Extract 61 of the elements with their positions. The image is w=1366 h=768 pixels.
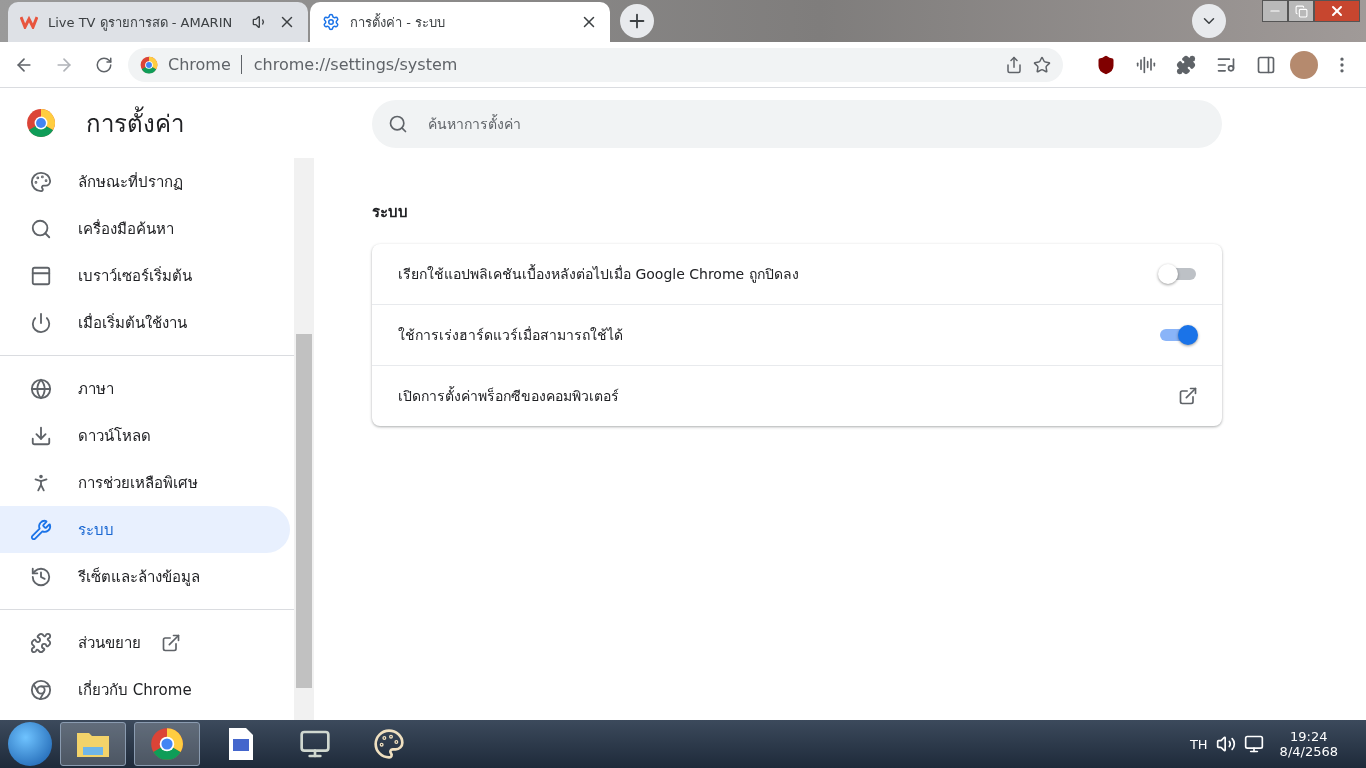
volume-icon[interactable] xyxy=(1215,734,1236,754)
network-icon[interactable] xyxy=(1243,734,1264,754)
gear-icon xyxy=(322,13,340,31)
browser-tab[interactable]: การตั้งค่า - ระบบ xyxy=(310,2,610,42)
reload-icon xyxy=(95,55,113,74)
setting-label: เปิดการตั้งค่าพร็อกซีของคอมพิวเตอร์ xyxy=(398,385,619,406)
language-indicator[interactable]: TH xyxy=(1189,736,1208,752)
site-label: Chrome xyxy=(168,55,231,74)
sidebar-item[interactable]: เครื่องมือค้นหา xyxy=(0,205,290,252)
history-icon xyxy=(30,565,52,588)
document-icon xyxy=(227,727,255,761)
new-tab-button[interactable] xyxy=(620,4,654,38)
browser-window-icon xyxy=(30,264,52,287)
bookmark-star-icon[interactable] xyxy=(1033,55,1051,74)
search-icon xyxy=(30,217,52,240)
sidebar-item[interactable]: รีเซ็ตและล้างข้อมูล xyxy=(0,553,290,600)
power-icon xyxy=(30,311,52,334)
chrome-logo-icon xyxy=(150,727,184,761)
sidebar-item[interactable]: ลักษณะที่ปรากฏ xyxy=(0,158,290,205)
sidebar-item[interactable]: เกี่ยวกับ Chrome xyxy=(0,666,290,713)
sidebar-item[interactable]: เบราว์เซอร์เริ่มต้น xyxy=(0,252,290,299)
address-bar[interactable]: Chrome chrome://settings/system xyxy=(128,47,1063,82)
palette-icon xyxy=(30,170,52,193)
maximize-button[interactable] xyxy=(1288,0,1314,22)
sidebar-item[interactable]: ส่วนขยาย xyxy=(0,619,290,666)
close-icon xyxy=(1329,3,1345,19)
browser-tab[interactable]: Live TV ดูรายการสด - AMARIN xyxy=(8,2,308,42)
puzzle-icon xyxy=(30,631,52,654)
sidebar-item[interactable]: ระบบ xyxy=(0,506,290,553)
monitor-icon xyxy=(299,728,331,760)
sidebar-item[interactable]: เมื่อเริ่มต้นใช้งาน xyxy=(0,299,290,346)
search-field[interactable]: ค้นหาการตั้งค่า xyxy=(372,100,1222,148)
profile-avatar[interactable] xyxy=(1290,50,1318,79)
setting-label: ใช้การเร่งฮาร์ดแวร์เมื่อสามารถใช้ได้ xyxy=(398,325,623,345)
start-button[interactable] xyxy=(8,722,52,766)
clock[interactable]: 19:24 8/4/2568 xyxy=(1271,729,1358,759)
external-link-icon[interactable] xyxy=(1178,386,1198,406)
tab-title: Live TV ดูรายการสด - AMARIN xyxy=(48,13,234,33)
sidebar-item[interactable]: การช่วยเหลือพิเศษ xyxy=(0,459,290,506)
download-icon xyxy=(30,424,52,447)
chrome-icon xyxy=(30,678,52,701)
sidebar-item[interactable]: ภาษา xyxy=(0,365,290,412)
scrollbar[interactable] xyxy=(294,158,314,720)
tab-title: การตั้งค่า - ระบบ xyxy=(350,12,446,32)
tab-search-button[interactable] xyxy=(1192,4,1226,38)
site-logo-icon xyxy=(20,15,38,29)
restore-icon xyxy=(1294,4,1308,18)
globe-icon xyxy=(30,377,52,400)
share-icon[interactable] xyxy=(1005,55,1023,74)
minimize-button[interactable] xyxy=(1262,0,1288,22)
url-text: chrome://settings/system xyxy=(240,55,995,74)
section-title: ระบบ xyxy=(372,202,409,223)
sidebar-item[interactable]: ดาวน์โหลด xyxy=(0,412,290,459)
chrome-logo-icon xyxy=(140,55,158,74)
settings-title: การตั้งค่า xyxy=(86,103,184,143)
setting-label: เรียกใช้แอปพลิเคชันเบื้องหลังต่อไปเมื่อ Google Chrome ถูกปิดลง xyxy=(398,263,799,285)
search-icon xyxy=(388,114,408,134)
close-button[interactable] xyxy=(1314,0,1360,22)
palette-icon xyxy=(373,728,405,760)
wrench-icon xyxy=(30,518,52,541)
chrome-logo-icon xyxy=(26,108,56,138)
